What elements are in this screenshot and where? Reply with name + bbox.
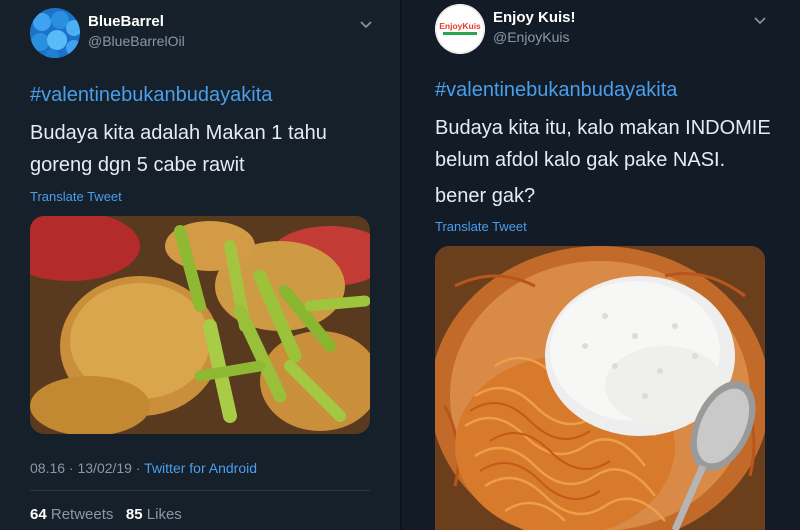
logo-text: EnjoyKuis xyxy=(439,21,481,31)
tweet-meta: 08.16 · 13/02/19 · Twitter for Android xyxy=(30,460,257,476)
likes-count: 85 xyxy=(125,506,143,523)
hashtag-link[interactable]: #valentinebukanbudayakita xyxy=(30,84,272,107)
likes-stat[interactable]: 85 Likes xyxy=(126,506,182,523)
retweets-label: Retweets xyxy=(50,506,114,523)
tweet-stats: 64 Retweets 85 Likes xyxy=(30,506,182,523)
blue-barrels-avatar[interactable] xyxy=(30,8,80,58)
tweet-text-line: Budaya kita adalah Makan 1 tahu xyxy=(30,122,327,144)
chevron-down-icon[interactable] xyxy=(752,12,768,28)
author-handle[interactable]: @BlueBarrelOil xyxy=(88,33,185,49)
tweet-enjoykuis: EnjoyKuis Enjoy Kuis! @EnjoyKuis #valent… xyxy=(402,0,800,530)
tweet-text-line: Budaya kita itu, kalo makan INDOMIE xyxy=(435,117,771,139)
tweet-bluebarrel: BlueBarrel @BlueBarrelOil #valentinebuka… xyxy=(0,0,400,530)
divider xyxy=(30,490,370,491)
translate-tweet-link[interactable]: Translate Tweet xyxy=(30,189,122,204)
tweet-text-line: belum afdol kalo gak pake NASI. xyxy=(435,149,726,171)
tweet-text-line: goreng dgn 5 cabe rawit xyxy=(30,154,245,176)
tweet-timestamp[interactable]: 08.16 · 13/02/19 · xyxy=(30,460,144,476)
author-name[interactable]: Enjoy Kuis! xyxy=(493,9,576,26)
author-handle[interactable]: @EnjoyKuis xyxy=(493,29,569,45)
chevron-down-icon[interactable] xyxy=(358,16,374,32)
tweet-client-link[interactable]: Twitter for Android xyxy=(144,460,257,476)
retweets-count: 64 xyxy=(30,506,47,523)
tweet-text: Budaya kita adalah Makan 1 tahu goreng d… xyxy=(30,117,327,181)
hashtag-link[interactable]: #valentinebukanbudayakita xyxy=(435,79,677,102)
likes-label: Likes xyxy=(146,506,182,523)
retweets-stat[interactable]: 64 Retweets xyxy=(30,506,113,523)
tweet-text-second: bener gak? xyxy=(435,185,536,207)
translate-tweet-link[interactable]: Translate Tweet xyxy=(435,219,527,234)
enjoy-kuis-logo[interactable]: EnjoyKuis xyxy=(435,4,485,54)
instant-noodles-and-rice-photo[interactable] xyxy=(435,246,765,530)
fried-tofu-and-chili-photo[interactable] xyxy=(30,216,370,434)
tweet-text: Budaya kita itu, kalo makan INDOMIE belu… xyxy=(435,112,771,176)
author-name[interactable]: BlueBarrel xyxy=(88,13,164,30)
